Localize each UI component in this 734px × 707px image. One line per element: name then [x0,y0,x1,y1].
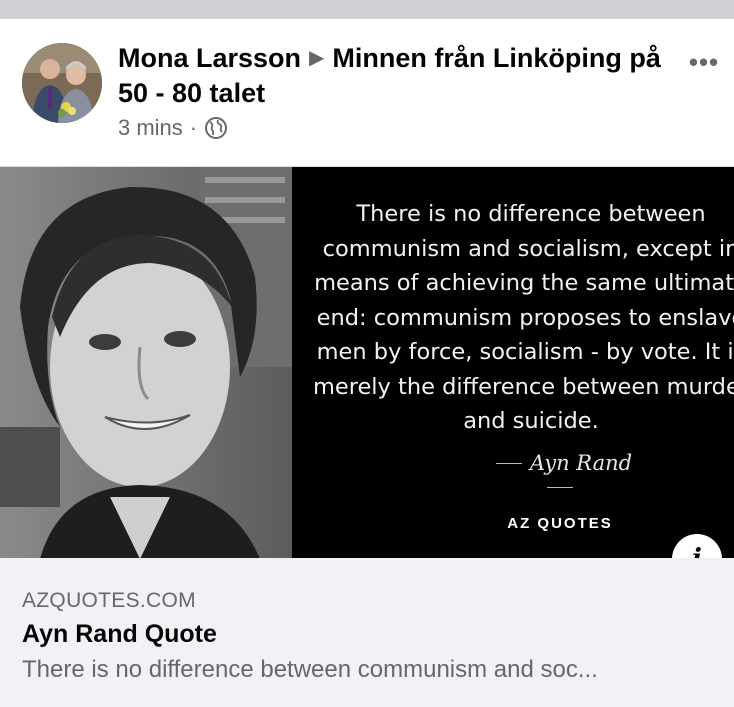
portrait-photo [0,167,292,558]
link-preview-image[interactable]: There is no difference between communism… [0,166,734,558]
post-time[interactable]: 3 mins [118,115,183,141]
brand-logo: AZ QUOTES [507,515,613,532]
more-options-button[interactable]: ••• [684,47,724,77]
post-title: Mona Larsson ▶ Minnen från Linköping på 50… [118,41,678,111]
triangle-right-icon: ▶ [309,47,325,69]
feed-divider [0,0,734,19]
post-header: Mona Larsson ▶ Minnen från Linköping på 50… [0,19,734,166]
link-domain: AZQUOTES.COM [22,589,196,612]
globe-icon[interactable] [204,116,228,140]
quote-author-name: Ayn Rand [529,451,633,475]
author-dash-right [547,487,573,488]
link-preview-meta[interactable]: AZQUOTES.COM Ayn Rand Quote There is no … [0,558,734,707]
avatar[interactable] [22,43,102,123]
quote-text: There is no difference between communism… [312,201,734,434]
link-description: There is no difference between communism… [22,656,598,683]
post-meta: 3 mins · [118,115,228,141]
meta-separator: · [189,115,198,140]
author-dash-left [495,463,522,464]
link-title[interactable]: Ayn Rand Quote [22,620,217,649]
author-name[interactable]: Mona Larsson [118,43,301,73]
quote-author: Ayn Rand [470,451,650,499]
